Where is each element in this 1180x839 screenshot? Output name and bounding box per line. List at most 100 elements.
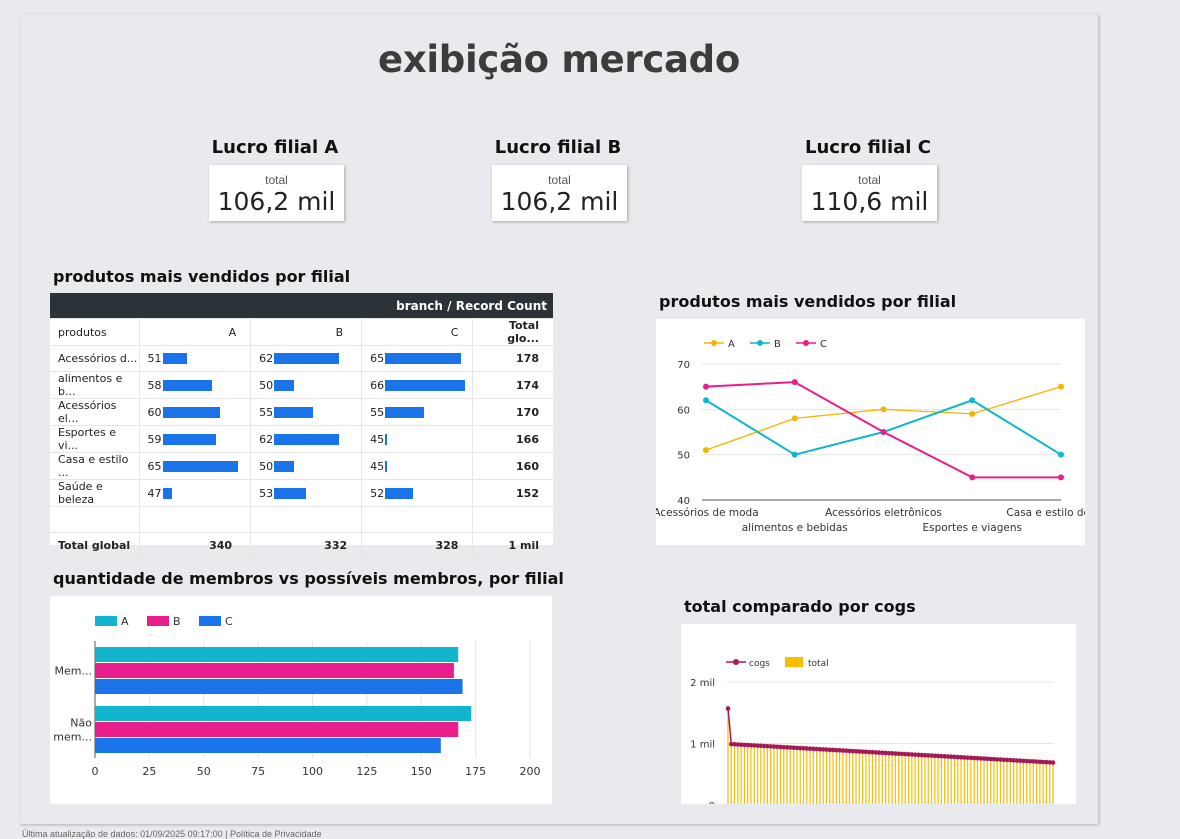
total-bar <box>960 757 962 805</box>
pivot-row[interactable]: Casa e estilo ... 65 50 45 160 <box>50 452 553 480</box>
kpi-value-c: 110,6 mil <box>810 187 929 216</box>
legend-label: B <box>774 339 781 350</box>
total-bar <box>944 756 946 805</box>
line-chart-panel: 40 50 60 70 Acessórios de moda alimentos e be… <box>653 319 1116 545</box>
total-bar <box>852 751 854 805</box>
total-bar <box>970 757 972 805</box>
pivot-cell-value: 65 <box>370 352 385 366</box>
y-tick-label: 70 <box>677 360 690 371</box>
data-point <box>791 451 798 458</box>
y-tick-label: 0 <box>709 801 715 804</box>
total-bar <box>993 759 995 805</box>
total-bar <box>733 744 736 805</box>
pivot-row[interactable]: Acessórios el... 60 55 55 170 <box>50 398 553 426</box>
pivot-cell-bar <box>385 487 413 499</box>
kpi-value-a: 106,2 mil <box>217 187 336 216</box>
pivot-row-total-cell: 166 <box>472 425 553 453</box>
total-bar <box>1029 761 1031 805</box>
pivot-cell-a: 65 <box>139 452 252 480</box>
pivot-cell-value: 50 <box>259 378 274 392</box>
total-bar <box>740 744 742 805</box>
total-bar <box>967 757 969 805</box>
kpi-title-c: Lucro filial C <box>805 137 931 158</box>
total-bar <box>861 751 864 805</box>
y-tick-label: Mem... <box>55 665 92 678</box>
pivot-cell-bar <box>274 487 306 499</box>
member-bar-chart[interactable]: 0 25 50 75 100 125 150 175 200 Mem... Não mem... A B C <box>50 596 552 804</box>
pivot-row-label: Acessórios d... <box>58 352 138 365</box>
pivot-row-total: 170 <box>516 405 539 419</box>
legend-label: B <box>173 615 181 628</box>
pivot-row-label-cell: Casa e estilo ... <box>50 452 140 480</box>
bar-c <box>95 738 441 753</box>
total-bar <box>986 758 988 805</box>
total-bar <box>1009 760 1011 805</box>
total-bar <box>1003 759 1005 805</box>
y-tick-label: 2 mil <box>690 678 715 689</box>
total-bar <box>973 758 975 805</box>
pivot-col-a[interactable]: A <box>139 318 252 346</box>
combo-chart-panel: 0 1 mil 2 mil cogs total <box>681 624 1076 812</box>
pivot-total-row: Total global 340 332 328 1 mil <box>50 532 553 559</box>
line-chart-title: produtos mais vendidos por filial <box>659 292 957 311</box>
x-tick-label: 150 <box>411 765 432 778</box>
pivot-row[interactable]: Saúde e beleza 47 53 52 152 <box>50 479 553 507</box>
pivot-cell-a: 47 <box>139 479 252 507</box>
legend-swatch <box>785 657 803 667</box>
total-bar <box>743 744 746 805</box>
data-point <box>791 415 798 422</box>
total-bar <box>770 746 772 805</box>
pivot-cell-bar <box>162 353 187 365</box>
x-tick-label: 100 <box>302 765 323 778</box>
total-bar <box>796 747 798 805</box>
legend-marker <box>757 340 763 346</box>
kpi-value-b: 106,2 mil <box>500 187 619 216</box>
total-bar <box>1035 761 1038 805</box>
data-point <box>880 406 887 413</box>
total-bar <box>1052 762 1054 805</box>
total-bar <box>868 752 870 805</box>
pivot-cell-a: 59 <box>139 425 252 453</box>
total-bar <box>980 758 982 805</box>
total-bar <box>950 756 952 805</box>
pivot-cell-value: 55 <box>259 405 274 419</box>
kpi-title-b: Lucro filial B <box>494 137 622 158</box>
data-point <box>703 383 709 390</box>
total-bar <box>947 756 949 805</box>
legend-label: C <box>820 339 827 350</box>
line-chart[interactable]: 40 50 60 70 Acessórios de moda alimentos e be… <box>653 319 1115 545</box>
kpi-card-b[interactable]: total 106,2 mil <box>492 165 627 221</box>
pivot-cell-bar <box>385 353 461 365</box>
legend-swatch <box>147 616 169 626</box>
cogs-combo-chart[interactable]: 0 1 mil 2 mil cogs total <box>681 624 1076 812</box>
total-bar <box>927 755 929 805</box>
total-bar <box>802 748 805 805</box>
total-bar <box>891 753 893 805</box>
pivot-row[interactable]: alimentos e b... 58 50 66 174 <box>50 371 553 399</box>
pivot-cell-c: 55 <box>361 398 474 426</box>
pivot-col-total[interactable]: Total glo... <box>472 318 553 346</box>
total-bar <box>727 708 729 805</box>
total-bar <box>921 755 923 805</box>
data-point <box>969 410 976 417</box>
total-bar <box>816 749 818 805</box>
total-bar <box>1006 759 1008 805</box>
kpi-label-a: total <box>265 173 288 187</box>
total-bar <box>937 755 939 805</box>
pivot-row-header[interactable]: produtos <box>50 318 140 346</box>
pivot-row[interactable]: Acessórios d... 51 62 65 178 <box>50 345 553 372</box>
pivot-cell-value: 50 <box>259 459 274 473</box>
total-bar <box>1032 761 1034 805</box>
kpi-card-a[interactable]: total 106,2 mil <box>209 165 344 221</box>
pivot-col-c[interactable]: C <box>361 318 474 346</box>
data-point <box>969 397 976 404</box>
data-point <box>791 379 798 386</box>
pivot-col-b[interactable]: B <box>250 318 363 346</box>
pivot-row[interactable]: Esportes e vi... 59 62 45 166 <box>50 425 553 453</box>
pivot-row-label-cell: alimentos e b... <box>50 371 140 399</box>
cogs-point <box>1050 760 1056 765</box>
total-bar <box>1042 762 1044 805</box>
pivot-cell-a: 51 <box>139 345 252 372</box>
kpi-card-c[interactable]: total 110,6 mil <box>802 165 937 221</box>
pivot-cell-bar <box>274 353 339 365</box>
